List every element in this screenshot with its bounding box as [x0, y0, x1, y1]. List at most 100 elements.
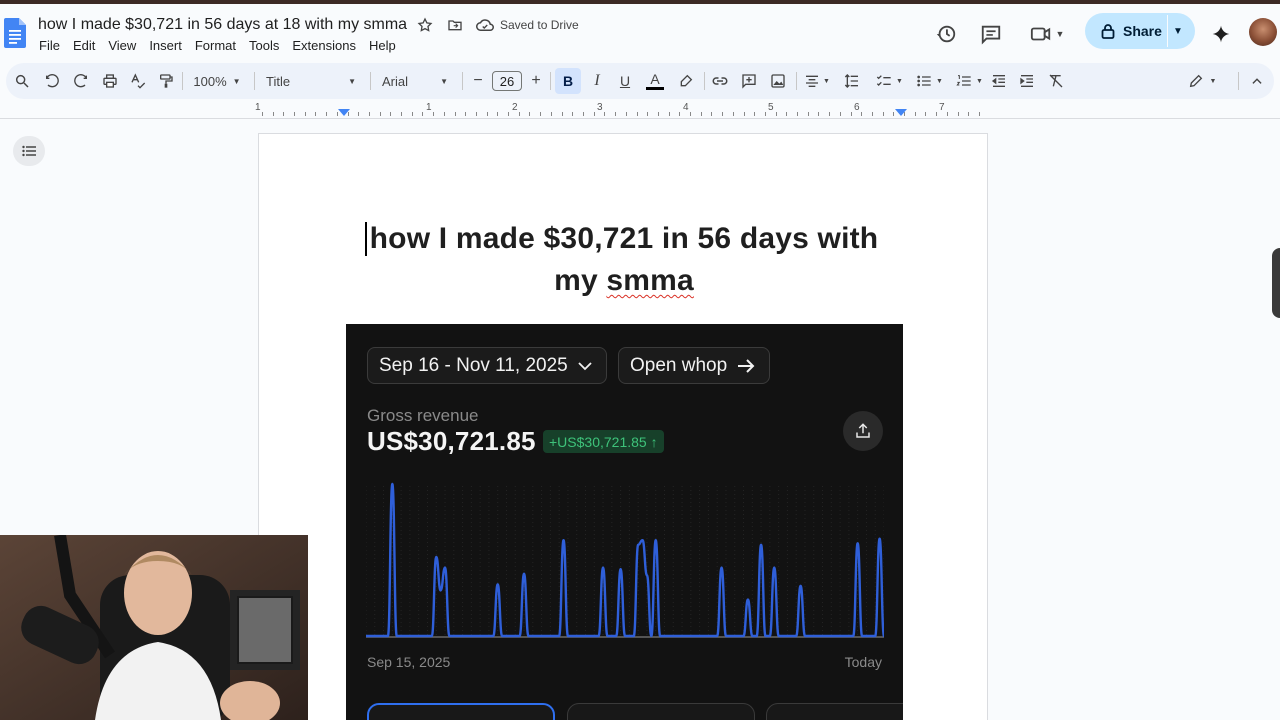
ruler-tick: [754, 112, 755, 116]
decrease-font-size-button[interactable]: −: [469, 63, 487, 99]
editing-mode-select[interactable]: ▼: [1182, 63, 1222, 99]
chevron-down-icon: ▼: [1055, 29, 1065, 39]
clear-formatting-icon[interactable]: [1046, 63, 1066, 99]
star-icon[interactable]: [416, 16, 434, 34]
align-select[interactable]: ▼: [802, 63, 832, 99]
bold-button[interactable]: B: [555, 68, 581, 94]
add-comment-icon[interactable]: [739, 63, 759, 99]
ruler-tick: [711, 112, 712, 116]
share-button[interactable]: Share ▼: [1085, 13, 1195, 49]
left-indent-marker[interactable]: [338, 109, 350, 116]
side-panel-tab[interactable]: [1272, 248, 1280, 318]
menu-edit[interactable]: Edit: [73, 38, 95, 53]
ruler-tick: [326, 112, 327, 116]
bulleted-list-select[interactable]: ▼: [910, 63, 948, 99]
menu-bar: File Edit View Insert Format Tools Exten…: [39, 38, 409, 53]
revenue-change-badge: +US$30,721.85 ↑: [543, 430, 664, 453]
zoom-select[interactable]: 100% ▼: [188, 63, 246, 99]
meet-icon[interactable]: ▼: [1027, 22, 1067, 46]
numbered-list-icon: [956, 75, 971, 86]
ruler-tick: [551, 112, 552, 116]
document-outline-button[interactable]: [13, 136, 45, 166]
menu-format[interactable]: Format: [195, 38, 236, 53]
toolbar-divider: [254, 72, 255, 90]
align-center-icon: [806, 75, 819, 87]
chart-axis-end: Today: [844, 654, 882, 670]
decrease-indent-icon[interactable]: [989, 63, 1009, 99]
italic-button[interactable]: I: [588, 63, 606, 99]
line-spacing-icon[interactable]: [842, 63, 862, 99]
text-color-swatch: [646, 87, 664, 90]
docs-logo-icon[interactable]: [4, 18, 26, 48]
metric-card: [567, 703, 755, 720]
increase-font-size-button[interactable]: +: [527, 63, 545, 99]
font-family-select[interactable]: Arial ▼: [378, 63, 452, 99]
horizontal-ruler[interactable]: 1 1 2 3 4 5 6 7: [0, 101, 1280, 119]
ruler-tick: [562, 112, 563, 116]
share-menu-chevron-icon[interactable]: ▼: [1173, 13, 1183, 49]
revenue-dashboard-screenshot[interactable]: Sep 16 - Nov 11, 2025 Open whop Gross re…: [346, 324, 903, 720]
account-avatar[interactable]: [1249, 18, 1277, 46]
highlight-color-icon[interactable]: [676, 63, 696, 99]
ruler-tick: [465, 112, 466, 116]
menu-file[interactable]: File: [39, 38, 60, 53]
menu-tools[interactable]: Tools: [249, 38, 279, 53]
ruler-tick: [583, 112, 584, 116]
ruler-tick: [893, 112, 894, 116]
ruler-tick: [412, 112, 413, 116]
ruler-tick: [786, 112, 787, 116]
ruler-tick: [647, 112, 648, 116]
underline-button[interactable]: U: [616, 63, 634, 99]
paint-format-icon[interactable]: [156, 63, 176, 99]
spellcheck-icon[interactable]: [128, 63, 148, 99]
zoom-value: 100%: [193, 73, 227, 89]
ruler-tick: [305, 112, 306, 116]
document-title[interactable]: how I made $30,721 in 56 days at 18 with…: [38, 16, 407, 34]
paragraph-style-value: Title: [266, 73, 291, 89]
version-history-icon[interactable]: [934, 22, 958, 46]
redo-icon[interactable]: [71, 63, 91, 99]
export-icon: [843, 411, 883, 451]
ruler-tick: [487, 112, 488, 116]
gemini-icon[interactable]: [1209, 22, 1233, 46]
search-menus-icon[interactable]: [12, 63, 32, 99]
ruler-tick: [936, 112, 937, 116]
gross-revenue-label: Gross revenue: [367, 406, 479, 425]
menu-insert[interactable]: Insert: [149, 38, 182, 53]
menu-extensions[interactable]: Extensions: [292, 38, 356, 53]
ruler-tick: [294, 112, 295, 116]
menu-help[interactable]: Help: [369, 38, 396, 53]
right-indent-marker[interactable]: [895, 109, 907, 116]
font-size-input[interactable]: 26: [492, 71, 522, 91]
numbered-list-select[interactable]: ▼: [950, 63, 988, 99]
misspelled-word[interactable]: smma: [606, 264, 694, 297]
toolbar-divider: [704, 72, 705, 90]
ruler-tick: [380, 112, 381, 116]
undo-icon[interactable]: [42, 63, 62, 99]
comments-icon[interactable]: [979, 22, 1003, 46]
ruler-tick: [401, 112, 402, 116]
ruler-number: 1: [255, 102, 261, 113]
ruler-tick: [422, 112, 423, 116]
text-color-button[interactable]: A: [644, 63, 666, 99]
share-label: Share: [1123, 23, 1162, 39]
insert-link-icon[interactable]: [710, 63, 730, 99]
chevron-down-icon: ▼: [348, 76, 356, 86]
move-folder-icon[interactable]: [446, 16, 464, 34]
paragraph-style-select[interactable]: Title ▼: [262, 63, 360, 99]
toolbar-divider: [370, 72, 371, 90]
text-color-label: A: [650, 71, 660, 87]
checklist-select[interactable]: ▼: [870, 63, 908, 99]
insert-image-icon[interactable]: [768, 63, 788, 99]
menu-view[interactable]: View: [108, 38, 136, 53]
ruler-tick: [829, 112, 830, 116]
increase-indent-icon[interactable]: [1017, 63, 1037, 99]
print-icon[interactable]: [100, 63, 120, 99]
arrow-right-icon: [738, 358, 755, 373]
saved-status[interactable]: Saved to Drive: [476, 18, 579, 32]
ruler-number: 4: [683, 102, 689, 113]
document-heading[interactable]: how I made $30,721 in 56 days with my sm…: [357, 218, 891, 302]
ruler-tick: [776, 112, 777, 116]
hide-menus-chevron-up-icon[interactable]: [1247, 63, 1267, 99]
revenue-chart: [366, 482, 884, 638]
